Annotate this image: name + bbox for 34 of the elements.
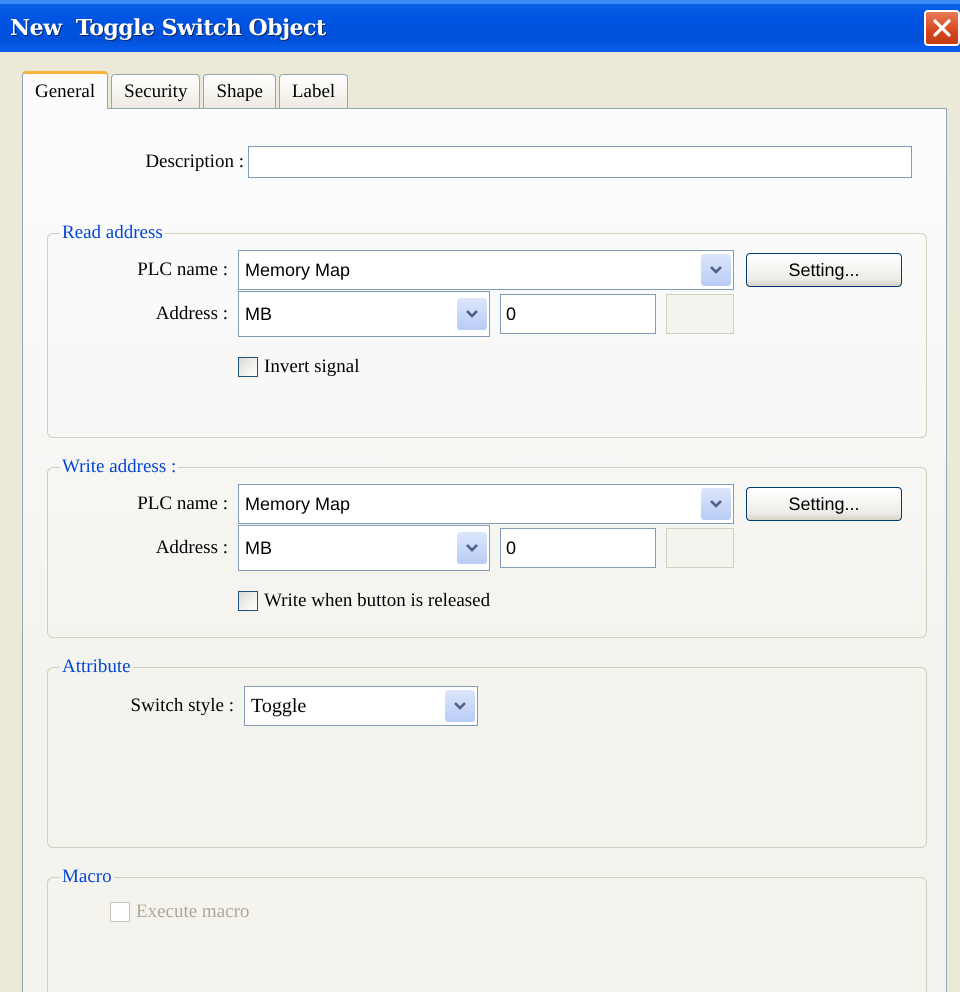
tab[interactable]: Label — [278, 74, 348, 108]
checkbox-label: Invert signal — [264, 356, 360, 378]
checkbox-label: Write when button is released — [264, 590, 490, 612]
tab[interactable]: Security — [111, 74, 200, 108]
description-field[interactable] — [248, 146, 912, 178]
checkbox[interactable] — [238, 357, 258, 377]
setting-button[interactable]: Setting... — [746, 253, 902, 287]
dropdown[interactable]: Memory Map — [238, 250, 734, 290]
field-label: Address : — [154, 303, 228, 325]
dropdown[interactable]: Toggle — [244, 686, 478, 726]
group-title: Read address — [61, 222, 164, 244]
close-button[interactable] — [924, 10, 960, 46]
checkbox[interactable] — [238, 591, 258, 611]
checkbox-label: Execute macro — [136, 901, 250, 923]
dropdown[interactable]: MB — [238, 525, 490, 571]
disabled-field — [666, 294, 734, 334]
close-icon — [932, 18, 952, 38]
field-label: PLC name : — [136, 493, 228, 515]
address-field[interactable]: 0 — [500, 528, 656, 568]
address-field[interactable]: 0 — [500, 294, 656, 334]
disabled-field — [666, 528, 734, 568]
setting-button[interactable]: Setting... — [746, 487, 902, 521]
dropdown[interactable]: MB — [238, 291, 490, 337]
window-title: New Toggle Switch Object — [10, 15, 326, 41]
field-label: Switch style : — [130, 695, 234, 717]
group-title: Macro — [61, 866, 113, 888]
tab[interactable]: Shape — [203, 74, 276, 108]
group-title: Attribute — [61, 656, 132, 678]
group-title: Write address : — [61, 456, 178, 478]
field-label: Address : — [154, 537, 228, 559]
field-label: PLC name : — [136, 259, 228, 281]
field-label: Description : — [144, 151, 245, 173]
tab[interactable]: General — [22, 71, 108, 109]
dropdown[interactable]: Memory Map — [238, 484, 734, 524]
